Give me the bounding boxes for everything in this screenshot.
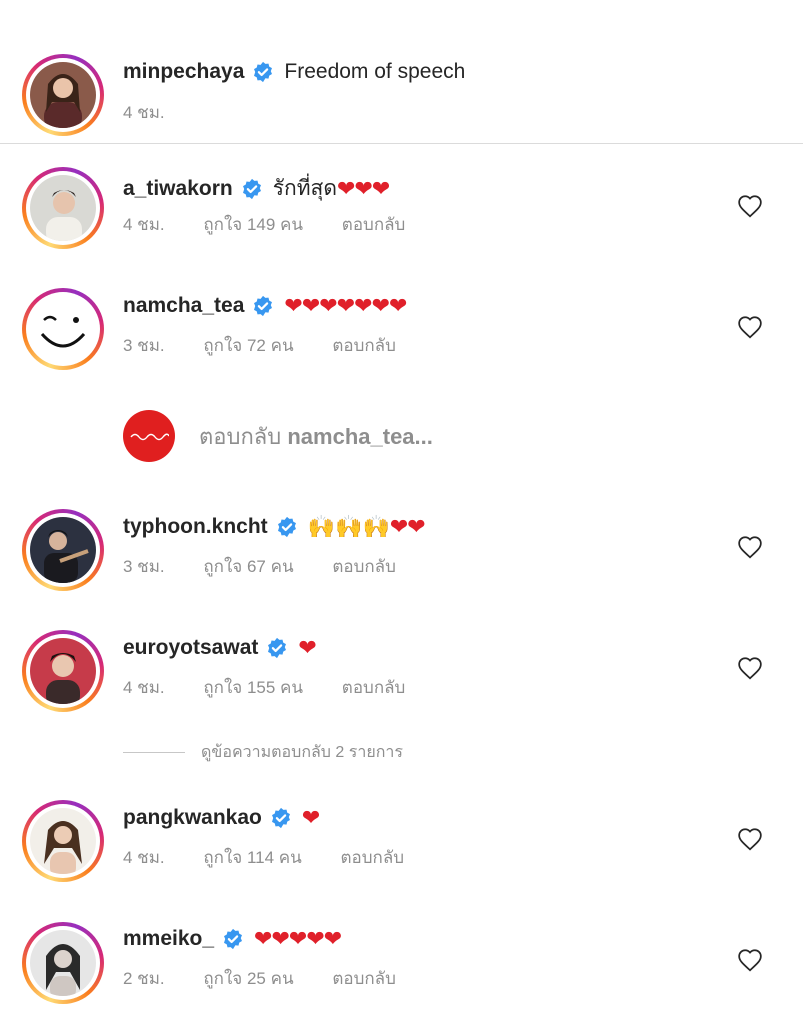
username[interactable]: pangkwankao [123, 806, 262, 830]
comment-hearts: ❤ [298, 635, 316, 660]
reply-button[interactable]: ตอบกลับ [332, 332, 396, 359]
verified-badge-icon [277, 516, 296, 538]
reply-button[interactable]: ตอบกลับ [342, 211, 406, 238]
heart-outline-icon[interactable] [737, 948, 763, 972]
comment-hearts: ❤❤❤❤❤ [254, 926, 342, 951]
comment-time: 2 ชม. [123, 969, 165, 988]
avatar[interactable] [22, 54, 104, 136]
comment-hearts: ❤❤❤❤❤❤❤ [284, 293, 407, 318]
reply-button[interactable]: ตอบกลับ [341, 844, 405, 871]
comment-time: 4 ชม. [123, 678, 165, 697]
heart-outline-icon[interactable] [737, 535, 763, 559]
verified-badge-icon [242, 178, 261, 199]
avatar[interactable] [22, 800, 104, 882]
comment-hearts: ❤❤❤ [337, 175, 390, 201]
view-replies-toggle[interactable]: ดูข้อความตอบกลับ 2 รายการ [123, 740, 403, 765]
username[interactable]: mmeiko_ [123, 927, 214, 951]
username[interactable]: minpechaya [123, 60, 244, 84]
reply-button[interactable]: ตอบกลับ [332, 553, 396, 580]
like-count[interactable]: ถูกใจ 67 คน [203, 553, 293, 580]
username[interactable]: typhoon.kncht [123, 515, 268, 539]
heart-outline-icon[interactable] [737, 315, 763, 339]
comment-time: 4 ชม. [123, 215, 165, 234]
comment-time: 3 ชม. [123, 557, 165, 576]
reply-button[interactable]: ตอบกลับ [332, 965, 396, 992]
avatar[interactable] [22, 288, 104, 370]
heart-outline-icon[interactable] [737, 194, 763, 218]
avatar[interactable] [22, 167, 104, 249]
heart-outline-icon[interactable] [737, 827, 763, 851]
verified-badge-icon [254, 61, 273, 83]
comment-time: 4 ชม. [123, 848, 165, 867]
caption-text: Freedom of speech [284, 60, 466, 83]
comment-time: 4 ชม. [123, 103, 165, 122]
like-count[interactable]: ถูกใจ 114 คน [203, 844, 301, 871]
divider [0, 143, 803, 144]
reply-placeholder[interactable]: ตอบกลับ namcha_tea... [199, 419, 433, 454]
comment-text: รักที่สุด [272, 177, 338, 200]
comment-hearts: ❤❤ [389, 514, 426, 539]
view-replies-label[interactable]: ดูข้อความตอบกลับ 2 รายการ [201, 740, 403, 765]
verified-badge-icon [271, 807, 290, 829]
like-count[interactable]: ถูกใจ 25 คน [203, 965, 293, 992]
avatar[interactable] [22, 922, 104, 1004]
avatar[interactable] [22, 509, 104, 591]
username[interactable]: namcha_tea [123, 294, 244, 318]
username[interactable]: euroyotsawat [123, 636, 258, 660]
like-count[interactable]: ถูกใจ 72 คน [203, 332, 293, 359]
like-count[interactable]: ถูกใจ 155 คน [203, 674, 303, 701]
verified-badge-icon [224, 928, 243, 950]
reply-composer[interactable]: ตอบกลับ namcha_tea... [123, 410, 433, 462]
avatar[interactable] [22, 630, 104, 712]
comment-text: 🙌🙌🙌 [307, 514, 390, 539]
heart-outline-icon[interactable] [737, 656, 763, 680]
username[interactable]: a_tiwakorn [123, 177, 233, 201]
reply-button[interactable]: ตอบกลับ [342, 674, 406, 701]
current-user-avatar [123, 410, 175, 462]
comment-time: 3 ชม. [123, 336, 165, 355]
like-count[interactable]: ถูกใจ 149 คน [203, 211, 303, 238]
divider [123, 752, 185, 753]
verified-badge-icon [254, 295, 273, 317]
verified-badge-icon [268, 637, 287, 659]
comment-hearts: ❤ [301, 805, 320, 830]
